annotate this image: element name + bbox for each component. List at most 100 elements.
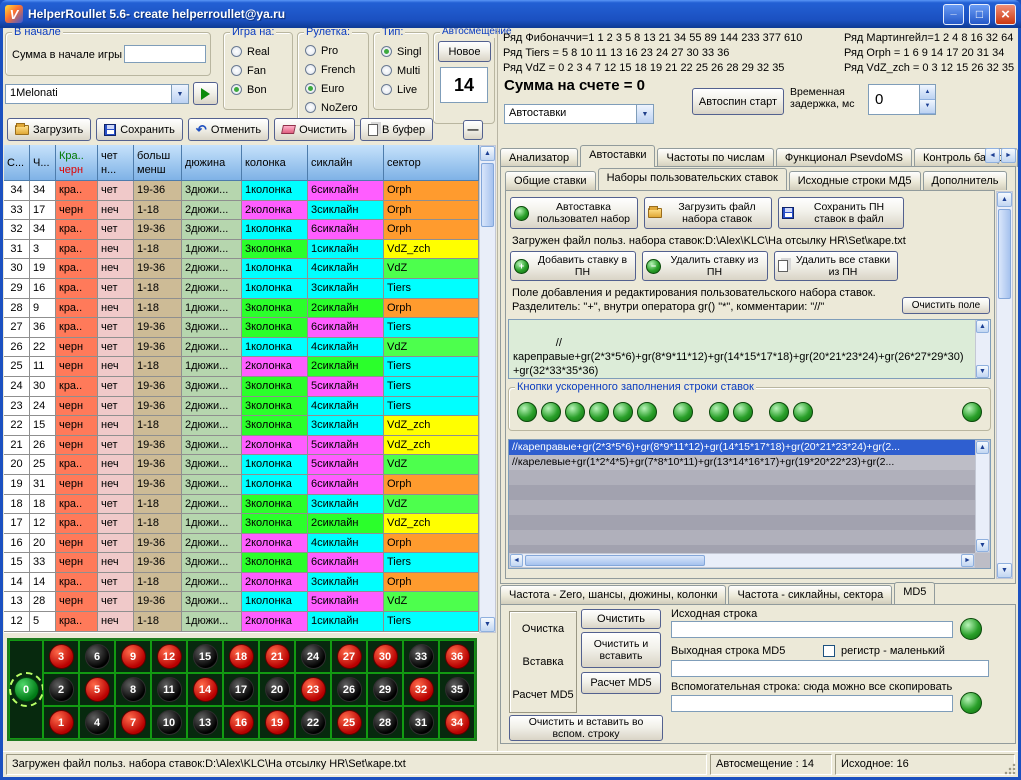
history-row[interactable]: 125кра..неч1-181дюжи...2колонка1сиклайнT…	[4, 612, 479, 632]
bet-list-item[interactable]: //карелевые+gr(1*2*4*5)+gr(7*8*10*11)+gr…	[509, 455, 975, 470]
to-buffer-button[interactable]: В буфер	[360, 118, 433, 141]
roulette-number-14[interactable]: 14	[187, 673, 223, 706]
speed-bet-button[interactable]	[589, 402, 609, 422]
history-row[interactable]: 3434кра..чет19-363дюжи...1колонка6сиклай…	[4, 181, 479, 201]
history-row[interactable]: 2430кра..чет19-363дюжи...3колонка5сиклай…	[4, 377, 479, 397]
bet-edit-field[interactable]: //кареправые+gr(2*3*5*6)+gr(8*9*11*12)+g…	[508, 319, 991, 379]
history-row[interactable]: 3019кра..неч19-362дюжи...1колонка4сиклай…	[4, 259, 479, 279]
roulette-number-32[interactable]: 32	[403, 673, 439, 706]
md5-aux-input[interactable]	[671, 695, 953, 712]
bet-edit-scrollbar[interactable]	[975, 320, 990, 378]
history-row[interactable]: 2736кра..чет19-363дюжи...3колонка6сиклай…	[4, 318, 479, 338]
roulette-number-30[interactable]: 30	[367, 640, 403, 673]
table-scrollbar-thumb[interactable]	[481, 163, 494, 227]
bet-list-vscrollbar[interactable]	[975, 440, 990, 553]
history-row[interactable]: 1414кра..чет1-182дюжи...2колонка3сиклайн…	[4, 573, 479, 593]
roulette-number-25[interactable]: 25	[331, 706, 367, 739]
roulette-number-5[interactable]: 5	[79, 673, 115, 706]
main-tab-4[interactable]: Функционал PsevdoMS	[776, 148, 912, 167]
roulette-number-10[interactable]: 10	[151, 706, 187, 739]
load-bet-file-button[interactable]: Загрузить файл набора ставок	[644, 197, 772, 229]
speed-bet-button[interactable]	[565, 402, 585, 422]
roulette-number-33[interactable]: 33	[403, 640, 439, 673]
speed-bet-button[interactable]	[733, 402, 753, 422]
md5-clear-paste-aux-button[interactable]: Очистить и вставить во вспом. строку	[509, 715, 663, 741]
speed-bet-button[interactable]	[769, 402, 789, 422]
roulette-number-35[interactable]: 35	[439, 673, 475, 706]
md5-source-input[interactable]	[671, 621, 953, 638]
delay-spinner[interactable]: 0	[868, 84, 936, 115]
preset-combo[interactable]: 1Melonati	[5, 84, 189, 104]
roulette-zero-cell[interactable]: 0	[9, 640, 43, 739]
history-row[interactable]: 2126чернчет19-363дюжи...2колонка5сиклайн…	[4, 436, 479, 456]
clear-field-button[interactable]: Очистить поле	[902, 297, 990, 314]
close-button[interactable]	[995, 4, 1016, 25]
radio-live[interactable]: Live	[375, 80, 427, 99]
table-scrollbar[interactable]	[479, 145, 496, 633]
history-row[interactable]: 1931черннеч19-363дюжи...1колонка6сиклайн…	[4, 475, 479, 495]
roulette-number-13[interactable]: 13	[187, 706, 223, 739]
delete-bet-button[interactable]: − Удалить ставку из ПН	[642, 251, 768, 281]
speed-bet-button[interactable]	[793, 402, 813, 422]
speed-bet-button[interactable]	[962, 402, 982, 422]
roulette-number-1[interactable]: 1	[43, 706, 79, 739]
radio-euro[interactable]: Euro	[299, 79, 367, 98]
history-row[interactable]: 1620чернчет19-362дюжи...2колонка4сиклайн…	[4, 534, 479, 554]
scroll-up-icon[interactable]	[997, 192, 1012, 207]
scroll-down-icon[interactable]	[976, 365, 989, 378]
history-row[interactable]: 2215черннеч1-182дюжи...3колонка3сиклайнV…	[4, 416, 479, 436]
roulette-number-3[interactable]: 3	[43, 640, 79, 673]
roulette-number-21[interactable]: 21	[259, 640, 295, 673]
roulette-number-17[interactable]: 17	[223, 673, 259, 706]
roulette-number-31[interactable]: 31	[403, 706, 439, 739]
bet-list-hthumb[interactable]	[525, 555, 705, 566]
history-row[interactable]: 3317черннеч1-182дюжи...2колонка3сиклайнO…	[4, 201, 479, 221]
history-row[interactable]: 2511черннеч1-181дюжи...2колонка2сиклайнT…	[4, 357, 479, 377]
roulette-number-15[interactable]: 15	[187, 640, 223, 673]
radio-fan[interactable]: Fan	[225, 61, 291, 80]
history-row[interactable]: 289кра..неч1-181дюжи...3колонка2сиклайнO…	[4, 299, 479, 319]
scroll-up-icon[interactable]	[480, 146, 495, 161]
md5-output-input[interactable]	[671, 660, 989, 677]
main-tab-1[interactable]: Анализатор	[500, 148, 578, 167]
history-row[interactable]: 2025кра..неч19-363дюжи...1колонка5сиклай…	[4, 455, 479, 475]
history-row[interactable]: 1533черннеч19-363дюжи...3колонка6сиклайн…	[4, 553, 479, 573]
tab-page-scrollbar-thumb[interactable]	[998, 209, 1011, 299]
roulette-number-34[interactable]: 34	[439, 706, 475, 739]
save-button[interactable]: Сохранить	[96, 118, 183, 141]
resize-grip[interactable]	[1003, 762, 1017, 776]
radio-real[interactable]: Real	[225, 42, 291, 61]
roulette-number-16[interactable]: 16	[223, 706, 259, 739]
maximize-button[interactable]	[969, 4, 990, 25]
speed-bet-button[interactable]	[709, 402, 729, 422]
speed-bet-button[interactable]	[637, 402, 657, 422]
save-bet-file-button[interactable]: Сохранить ПН ставок в файл	[778, 197, 904, 229]
bet-list-item[interactable]: //кареправые+gr(2*3*5*6)+gr(8*9*11*12)+g…	[509, 440, 975, 455]
scroll-down-icon[interactable]	[480, 617, 495, 632]
history-row[interactable]: 3234кра..чет19-363дюжи...1колонка6сиклай…	[4, 220, 479, 240]
roulette-number-24[interactable]: 24	[295, 640, 331, 673]
radio-bon[interactable]: Bon	[225, 80, 291, 99]
tab-scroll-right-icon[interactable]	[1001, 148, 1016, 163]
bottom-tab-1[interactable]: Частота - Zero, шансы, дюжины, колонки	[500, 585, 726, 604]
roulette-number-28[interactable]: 28	[367, 706, 403, 739]
main-tab-3[interactable]: Частоты по числам	[657, 148, 773, 167]
history-row[interactable]: 2916кра..чет1-182дюжи...1колонка3сиклайн…	[4, 279, 479, 299]
clear-button[interactable]: Очистить	[274, 118, 355, 141]
md5-source-ball-button[interactable]	[960, 618, 982, 640]
speed-bet-button[interactable]	[613, 402, 633, 422]
register-checkbox[interactable]	[823, 645, 835, 657]
delete-all-bets-button[interactable]: Удалить все ставки из ПН	[774, 251, 898, 281]
main-tab-2[interactable]: Автоставки	[580, 145, 655, 167]
radio-singl[interactable]: Singl	[375, 42, 427, 61]
roulette-number-2[interactable]: 2	[43, 673, 79, 706]
run-preset-button[interactable]	[193, 82, 218, 105]
autostake-user-set-button[interactable]: Автоставка пользовател набор	[510, 197, 638, 229]
roulette-number-22[interactable]: 22	[295, 706, 331, 739]
scroll-right-icon[interactable]	[961, 554, 974, 567]
title-bar[interactable]: V HelperRoullet 5.6- create helperroulle…	[0, 0, 1021, 28]
history-row[interactable]: 2622чернчет19-362дюжи...1колонка4сиклайн…	[4, 338, 479, 358]
roulette-number-20[interactable]: 20	[259, 673, 295, 706]
scroll-left-icon[interactable]	[510, 554, 523, 567]
minimize-button[interactable]	[943, 4, 964, 25]
